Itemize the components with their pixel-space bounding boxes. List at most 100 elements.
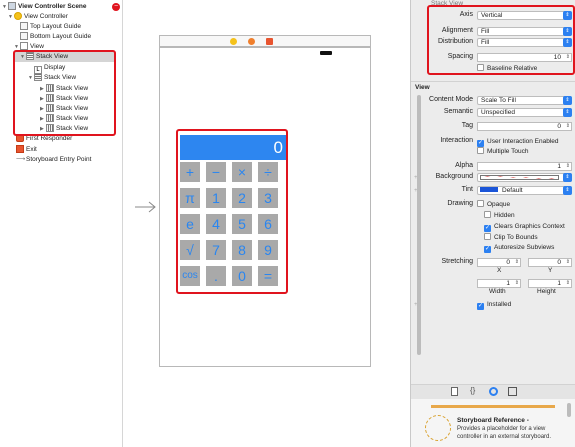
library-selected-strip xyxy=(431,405,555,408)
tag-value: 0 xyxy=(557,123,561,130)
tag-field[interactable]: 0 ⇕ xyxy=(477,122,572,131)
circle-target-icon[interactable] xyxy=(489,387,498,396)
outline-entry-point[interactable]: ⟶Storyboard Entry Point xyxy=(16,155,91,165)
braces-icon[interactable]: {} xyxy=(470,386,475,395)
chevron-updown-icon: ⇕ xyxy=(563,96,572,105)
exit-icon xyxy=(16,145,24,153)
installed-checkbox[interactable]: ✓ Installed xyxy=(477,300,511,310)
checkbox-label: Opaque xyxy=(487,201,511,208)
stepper-icon[interactable]: ⇕ xyxy=(566,259,570,266)
section-divider xyxy=(411,81,575,82)
stretch-x-value: 0 xyxy=(506,259,510,266)
checkbox-label: Installed xyxy=(487,301,512,308)
hidden-checkbox[interactable]: Hidden xyxy=(484,211,515,221)
checkbox-icon[interactable] xyxy=(484,211,491,218)
outline-label: Bottom Layout Guide xyxy=(30,33,92,40)
background-color-well[interactable]: ⇕ xyxy=(477,173,572,182)
library-title: Storyboard Reference xyxy=(457,417,525,424)
stretch-height-value: 1 xyxy=(557,280,561,287)
user-interaction-checkbox[interactable]: ✓ User Interaction Enabled xyxy=(477,137,559,147)
first-responder-dock-icon[interactable] xyxy=(248,38,255,45)
clears-graphics-checkbox[interactable]: ✓ Clears Graphics Context xyxy=(484,222,565,232)
checkmark-icon[interactable]: ✓ xyxy=(484,225,491,232)
content-mode-popup[interactable]: Scale To Fill ⇕ xyxy=(477,96,572,105)
outline-scene-row[interactable]: ▼ View Controller Scene xyxy=(2,2,87,12)
checkbox-label: Hidden xyxy=(494,212,515,219)
view-controller-icon xyxy=(14,12,22,20)
entry-point-arrow-icon[interactable] xyxy=(135,201,157,213)
library-panel[interactable]: Storyboard Reference - Provides a placeh… xyxy=(411,399,575,447)
outline-label: Storyboard Entry Point xyxy=(26,156,92,163)
scrollbar[interactable] xyxy=(417,95,421,355)
y-label: Y xyxy=(548,267,553,274)
checkmark-icon[interactable]: ✓ xyxy=(477,140,484,147)
file-icon[interactable] xyxy=(451,387,458,396)
library-desc-line-2: controller in an external storyboard. xyxy=(457,434,552,440)
battery-icon xyxy=(320,51,332,55)
no-color-swatch xyxy=(480,175,559,180)
opaque-checkbox[interactable]: Opaque xyxy=(477,200,510,210)
stepper-icon[interactable]: ⇕ xyxy=(566,280,570,287)
stepper-icon[interactable]: ⇕ xyxy=(515,280,519,287)
chevron-updown-icon: ⇕ xyxy=(563,186,572,195)
tint-popup[interactable]: Default ⇕ xyxy=(477,186,572,195)
outline-label: Top Layout Guide xyxy=(30,23,81,30)
calculator-stack-view[interactable]: 0 + − × ÷ π 1 2 3 e 4 5 6 √ 7 8 9 cos . … xyxy=(176,129,288,294)
outline-label: View Controller xyxy=(24,13,68,20)
library-desc-line-1: Provides a placeholder for a view xyxy=(457,426,546,432)
scene-title: View Controller Scene xyxy=(18,3,87,10)
disclosure-open-icon[interactable]: ▼ xyxy=(8,12,14,22)
remove-icon[interactable]: − xyxy=(112,3,120,11)
outline-label: First Responder xyxy=(26,135,73,142)
chevron-updown-icon: ⇕ xyxy=(563,173,572,182)
calculator-highlight-box xyxy=(176,129,288,294)
outline-bottom-layout-guide[interactable]: Bottom Layout Guide xyxy=(20,32,91,42)
semantic-value: Unspecified xyxy=(481,109,515,116)
checkmark-icon[interactable]: ✓ xyxy=(477,303,484,310)
layout-guide-icon xyxy=(20,32,28,40)
attributes-inspector: Stack View Axis Vertical ⇕ Alignment Fill… xyxy=(410,0,575,447)
stepper-icon[interactable]: ⇕ xyxy=(566,163,570,170)
document-outline: ▼ View Controller Scene − ▼ View Controlle… xyxy=(0,0,123,447)
outline-exit[interactable]: Exit xyxy=(16,145,37,155)
checkbox-label: Multiple Touch xyxy=(487,148,529,155)
checkbox-icon[interactable] xyxy=(477,200,484,207)
view-icon xyxy=(20,42,28,50)
outline-highlight-box xyxy=(13,50,116,136)
scene-dock[interactable] xyxy=(159,35,371,47)
scene-icon xyxy=(8,2,16,10)
autoresize-checkbox[interactable]: ✓ Autoresize Subviews xyxy=(484,243,554,253)
clip-to-bounds-checkbox[interactable]: Clip To Bounds xyxy=(484,233,538,243)
object-icon[interactable] xyxy=(508,387,517,396)
checkbox-icon[interactable] xyxy=(484,233,491,240)
semantic-popup[interactable]: Unspecified ⇕ xyxy=(477,108,572,117)
alpha-field[interactable]: 1 ⇕ xyxy=(477,162,572,171)
alpha-value: 1 xyxy=(557,163,561,170)
content-mode-value: Scale To Fill xyxy=(481,97,516,104)
exit-dock-icon[interactable] xyxy=(266,38,273,45)
outline-label: Exit xyxy=(26,146,37,153)
multiple-touch-checkbox[interactable]: Multiple Touch xyxy=(477,147,528,157)
storyboard-reference-icon xyxy=(425,415,451,441)
stepper-icon[interactable]: ⇕ xyxy=(515,259,519,266)
width-label: Width xyxy=(489,288,506,295)
checkbox-label: User Interaction Enabled xyxy=(487,138,559,145)
stepper-icon[interactable]: ⇕ xyxy=(566,123,570,130)
library-title-dash: - xyxy=(526,417,529,424)
library-toolbar: {} xyxy=(411,385,575,399)
view-controller-dock-icon[interactable] xyxy=(230,38,237,45)
checkmark-icon[interactable]: ✓ xyxy=(484,246,491,253)
library-item-title: Storyboard Reference - xyxy=(457,417,529,424)
outline-top-layout-guide[interactable]: Top Layout Guide xyxy=(20,22,81,32)
outline-view-controller[interactable]: ▼ View Controller xyxy=(8,12,68,22)
library-scrollbar[interactable] xyxy=(567,403,571,417)
checkbox-icon[interactable] xyxy=(477,147,484,154)
checkbox-label: Clip To Bounds xyxy=(494,234,538,241)
arrow-right-icon: ⟶ xyxy=(16,156,26,163)
stretch-width-value: 1 xyxy=(506,280,510,287)
checkbox-label: Clears Graphics Context xyxy=(494,223,565,230)
interface-builder-canvas[interactable]: 0 + − × ÷ π 1 2 3 e 4 5 6 √ 7 8 9 cos . … xyxy=(123,0,410,447)
height-label: Height xyxy=(537,288,556,295)
inspector-highlight-box xyxy=(427,5,575,75)
stretch-y-value: 0 xyxy=(557,259,561,266)
